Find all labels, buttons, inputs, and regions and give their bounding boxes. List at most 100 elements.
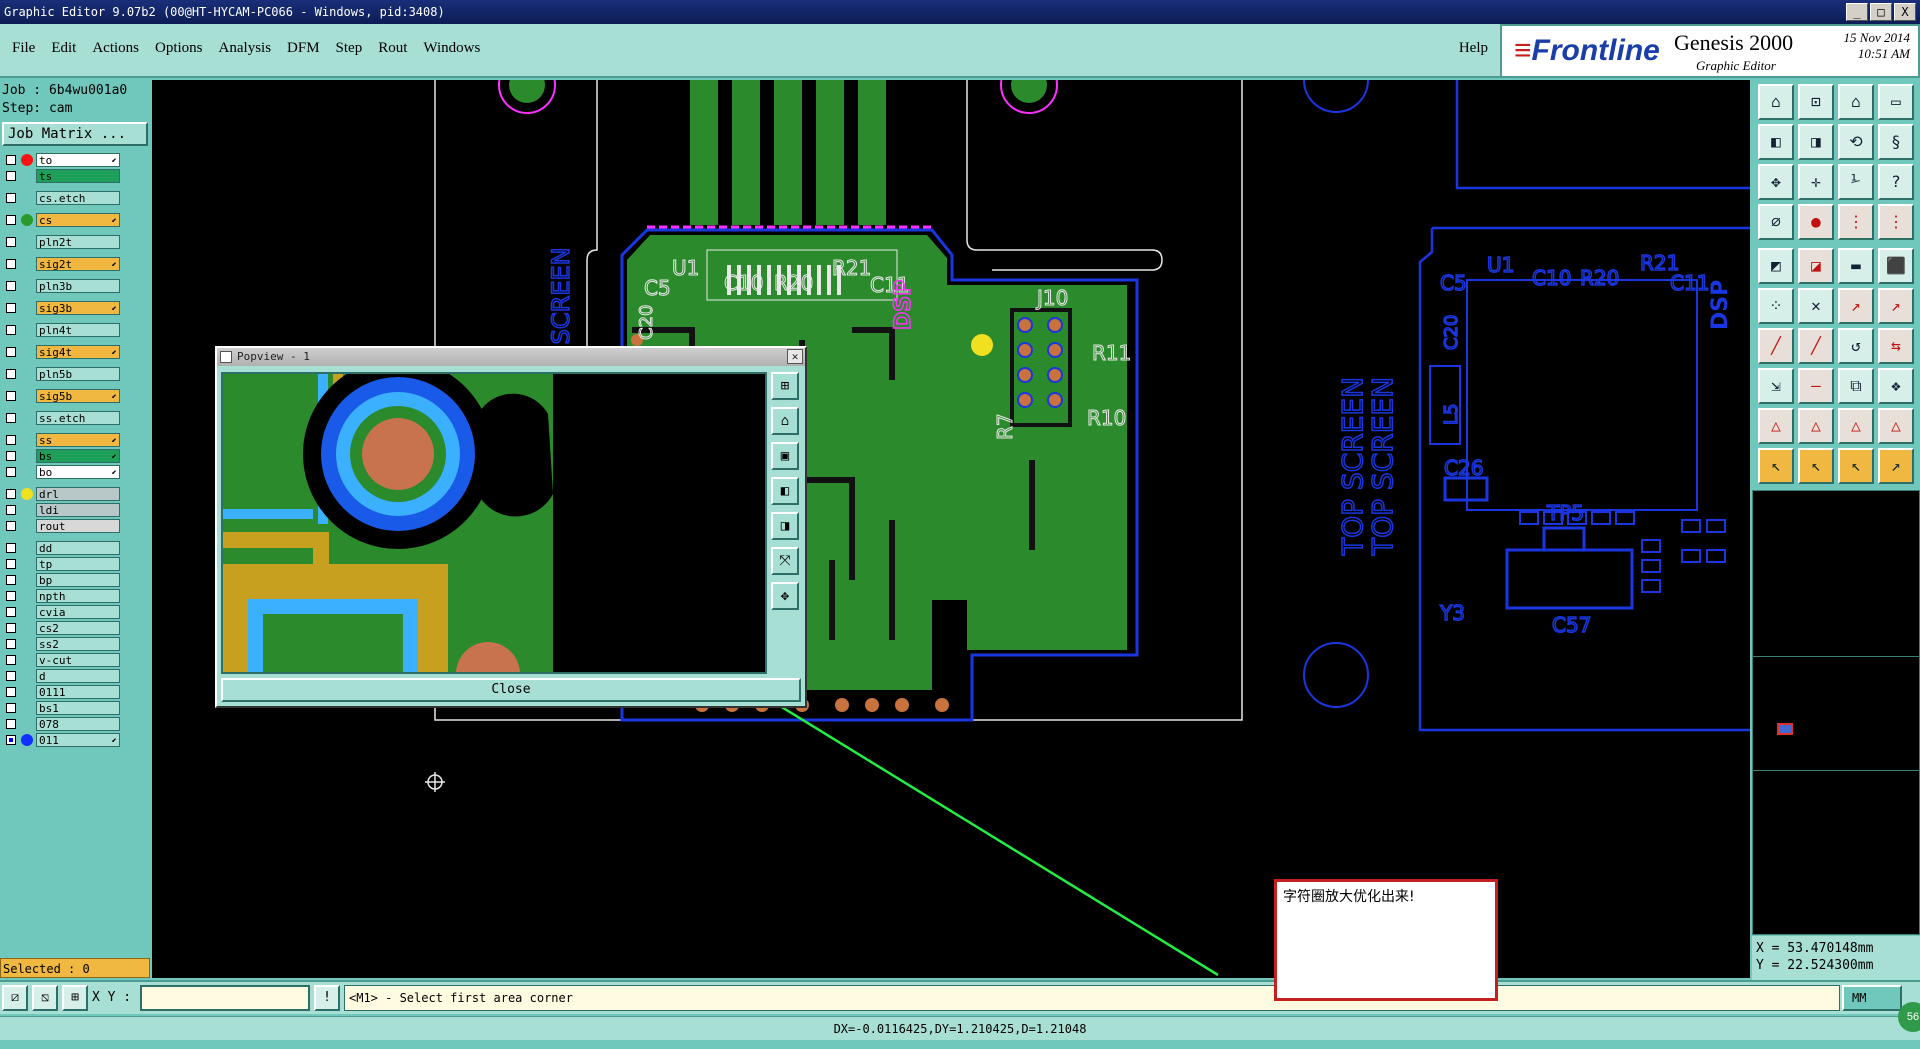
layer-name[interactable]: pln3b [36, 279, 120, 293]
xy-input[interactable] [140, 985, 310, 1011]
layer-name[interactable]: sig4t ⬋ [36, 345, 120, 359]
layer-color-dot[interactable] [21, 214, 33, 226]
layer-name[interactable]: tp [36, 557, 120, 571]
layer-checkbox[interactable] [6, 575, 16, 585]
layer-name[interactable]: 011 ⬋ [36, 733, 120, 747]
tool-pointer-4-icon[interactable]: ↗ [1878, 448, 1914, 484]
tool-pad-icon[interactable]: ⬛ [1878, 248, 1914, 284]
layer-checkbox[interactable] [6, 413, 16, 423]
tool-line-icon[interactable]: ◪ [1798, 248, 1834, 284]
layer-row[interactable]: pln5b [0, 366, 150, 382]
layer-checkbox[interactable] [6, 671, 16, 681]
layer-name[interactable]: drl [36, 487, 120, 501]
tool-net-select-icon[interactable]: ⋮ [1878, 204, 1914, 240]
tool-scale-icon[interactable]: ⅟ [1838, 164, 1874, 200]
tool-triangle-2-icon[interactable]: △ [1798, 408, 1834, 444]
popview-fit-icon[interactable]: ⊞ [771, 372, 799, 400]
layer-row[interactable]: sig3b ⬋ [0, 300, 150, 316]
layer-color-dot[interactable] [21, 734, 33, 746]
layer-name[interactable]: d [36, 669, 120, 683]
tool-flip-icon[interactable]: ⇆ [1878, 328, 1914, 364]
layer-row[interactable]: 078 [0, 716, 150, 732]
layer-row[interactable]: tp [0, 556, 150, 572]
layer-row[interactable]: bo ⬋ [0, 464, 150, 480]
tool-snap-icon[interactable]: § [1878, 124, 1914, 160]
layer-row[interactable]: sig4t ⬋ [0, 344, 150, 360]
layer-name[interactable]: v-cut [36, 653, 120, 667]
menu-rout[interactable]: Rout [378, 40, 407, 57]
tool-slash-icon[interactable]: ╱ [1798, 328, 1834, 364]
layer-name[interactable]: rout [36, 519, 120, 533]
layer-color-dot[interactable] [21, 154, 33, 166]
tool-group-icon[interactable]: ❖ [1878, 368, 1914, 404]
layer-row[interactable]: bp [0, 572, 150, 588]
layer-checkbox[interactable] [6, 391, 16, 401]
menu-actions[interactable]: Actions [92, 40, 139, 57]
tool-measure-icon[interactable]: ⌀ [1758, 204, 1794, 240]
tool-net-icon[interactable]: ⋮ [1838, 204, 1874, 240]
layer-name[interactable]: to ⬋ [36, 153, 120, 167]
layer-checkbox[interactable] [6, 655, 16, 665]
layer-name[interactable]: bs1 [36, 701, 120, 715]
layer-checkbox[interactable] [6, 703, 16, 713]
info-icon[interactable]: ! [314, 985, 340, 1011]
layer-row[interactable]: bs ⬋ [0, 448, 150, 464]
tool-select-icon[interactable]: ◩ [1758, 248, 1794, 284]
layer-name[interactable]: ss.etch [36, 411, 120, 425]
layer-name[interactable]: ts [36, 169, 120, 183]
layer-name[interactable]: cvia [36, 605, 120, 619]
tool-arc-icon[interactable]: ↺ [1838, 328, 1874, 364]
tool-zoom-window-icon[interactable]: ▭ [1878, 84, 1914, 120]
layer-checkbox[interactable] [6, 559, 16, 569]
layer-name[interactable]: ss2 [36, 637, 120, 651]
layer-checkbox[interactable] [6, 215, 16, 225]
layer-checkbox[interactable] [6, 489, 16, 499]
layer-name[interactable]: sig5b ⬋ [36, 389, 120, 403]
tool-zoom-in-icon[interactable]: ⊡ [1798, 84, 1834, 120]
tool-copy-icon[interactable]: ⧉ [1838, 368, 1874, 404]
layer-name[interactable]: ldi [36, 503, 120, 517]
layer-name[interactable]: bp [36, 573, 120, 587]
layer-name[interactable]: 078 [36, 717, 120, 731]
layer-row[interactable]: drl [0, 486, 150, 502]
layer-checkbox[interactable] [6, 237, 16, 247]
layer-row[interactable]: pln4t [0, 322, 150, 338]
layer-name[interactable]: bs ⬋ [36, 449, 120, 463]
popview-close-icon[interactable]: ✕ [787, 349, 803, 364]
tool-ruler-icon[interactable]: ▬ [1838, 248, 1874, 284]
tool-zoom-profile-icon[interactable]: ⌂ [1838, 84, 1874, 120]
tool-node-icon[interactable]: ⁘ [1758, 288, 1794, 324]
tool-add-node-icon[interactable]: ↗ [1838, 288, 1874, 324]
tool-diagonal-icon[interactable]: ╱ [1758, 328, 1794, 364]
layer-row[interactable]: ts [0, 168, 150, 184]
layer-checkbox[interactable] [6, 435, 16, 445]
layer-checkbox[interactable] [6, 591, 16, 601]
popview-zoom-in-icon[interactable]: ▣ [771, 442, 799, 470]
tool-cross-icon[interactable]: ✕ [1798, 288, 1834, 324]
layer-checkbox[interactable] [6, 735, 16, 745]
layer-row[interactable]: cs ⬋ [0, 212, 150, 228]
layer-checkbox[interactable] [6, 171, 16, 181]
layer-name[interactable]: cs ⬋ [36, 213, 120, 227]
layer-row[interactable]: ss.etch [0, 410, 150, 426]
menu-dfm[interactable]: DFM [287, 40, 320, 57]
layer-row[interactable]: sig2t ⬋ [0, 256, 150, 272]
layer-checkbox[interactable] [6, 505, 16, 515]
layer-checkbox[interactable] [6, 281, 16, 291]
layer-checkbox[interactable] [6, 193, 16, 203]
job-matrix-button[interactable]: Job Matrix ... [2, 122, 148, 146]
layer-checkbox[interactable] [6, 687, 16, 697]
layer-checkbox[interactable] [6, 155, 16, 165]
menu-windows[interactable]: Windows [423, 40, 480, 57]
layer-name[interactable]: sig3b ⬋ [36, 301, 120, 315]
layer-checkbox[interactable] [6, 623, 16, 633]
layer-row[interactable]: cvia [0, 604, 150, 620]
layer-row[interactable]: sig5b ⬋ [0, 388, 150, 404]
tool-center-icon[interactable]: ✛ [1798, 164, 1834, 200]
layer-row[interactable]: npth [0, 588, 150, 604]
tool-pointer-2-icon[interactable]: ↖ [1798, 448, 1834, 484]
menu-help[interactable]: Help [1459, 40, 1488, 57]
layer-row[interactable]: cs2 [0, 620, 150, 636]
layer-row[interactable]: ss ⬋ [0, 432, 150, 448]
maximize-button[interactable]: □ [1870, 3, 1892, 21]
